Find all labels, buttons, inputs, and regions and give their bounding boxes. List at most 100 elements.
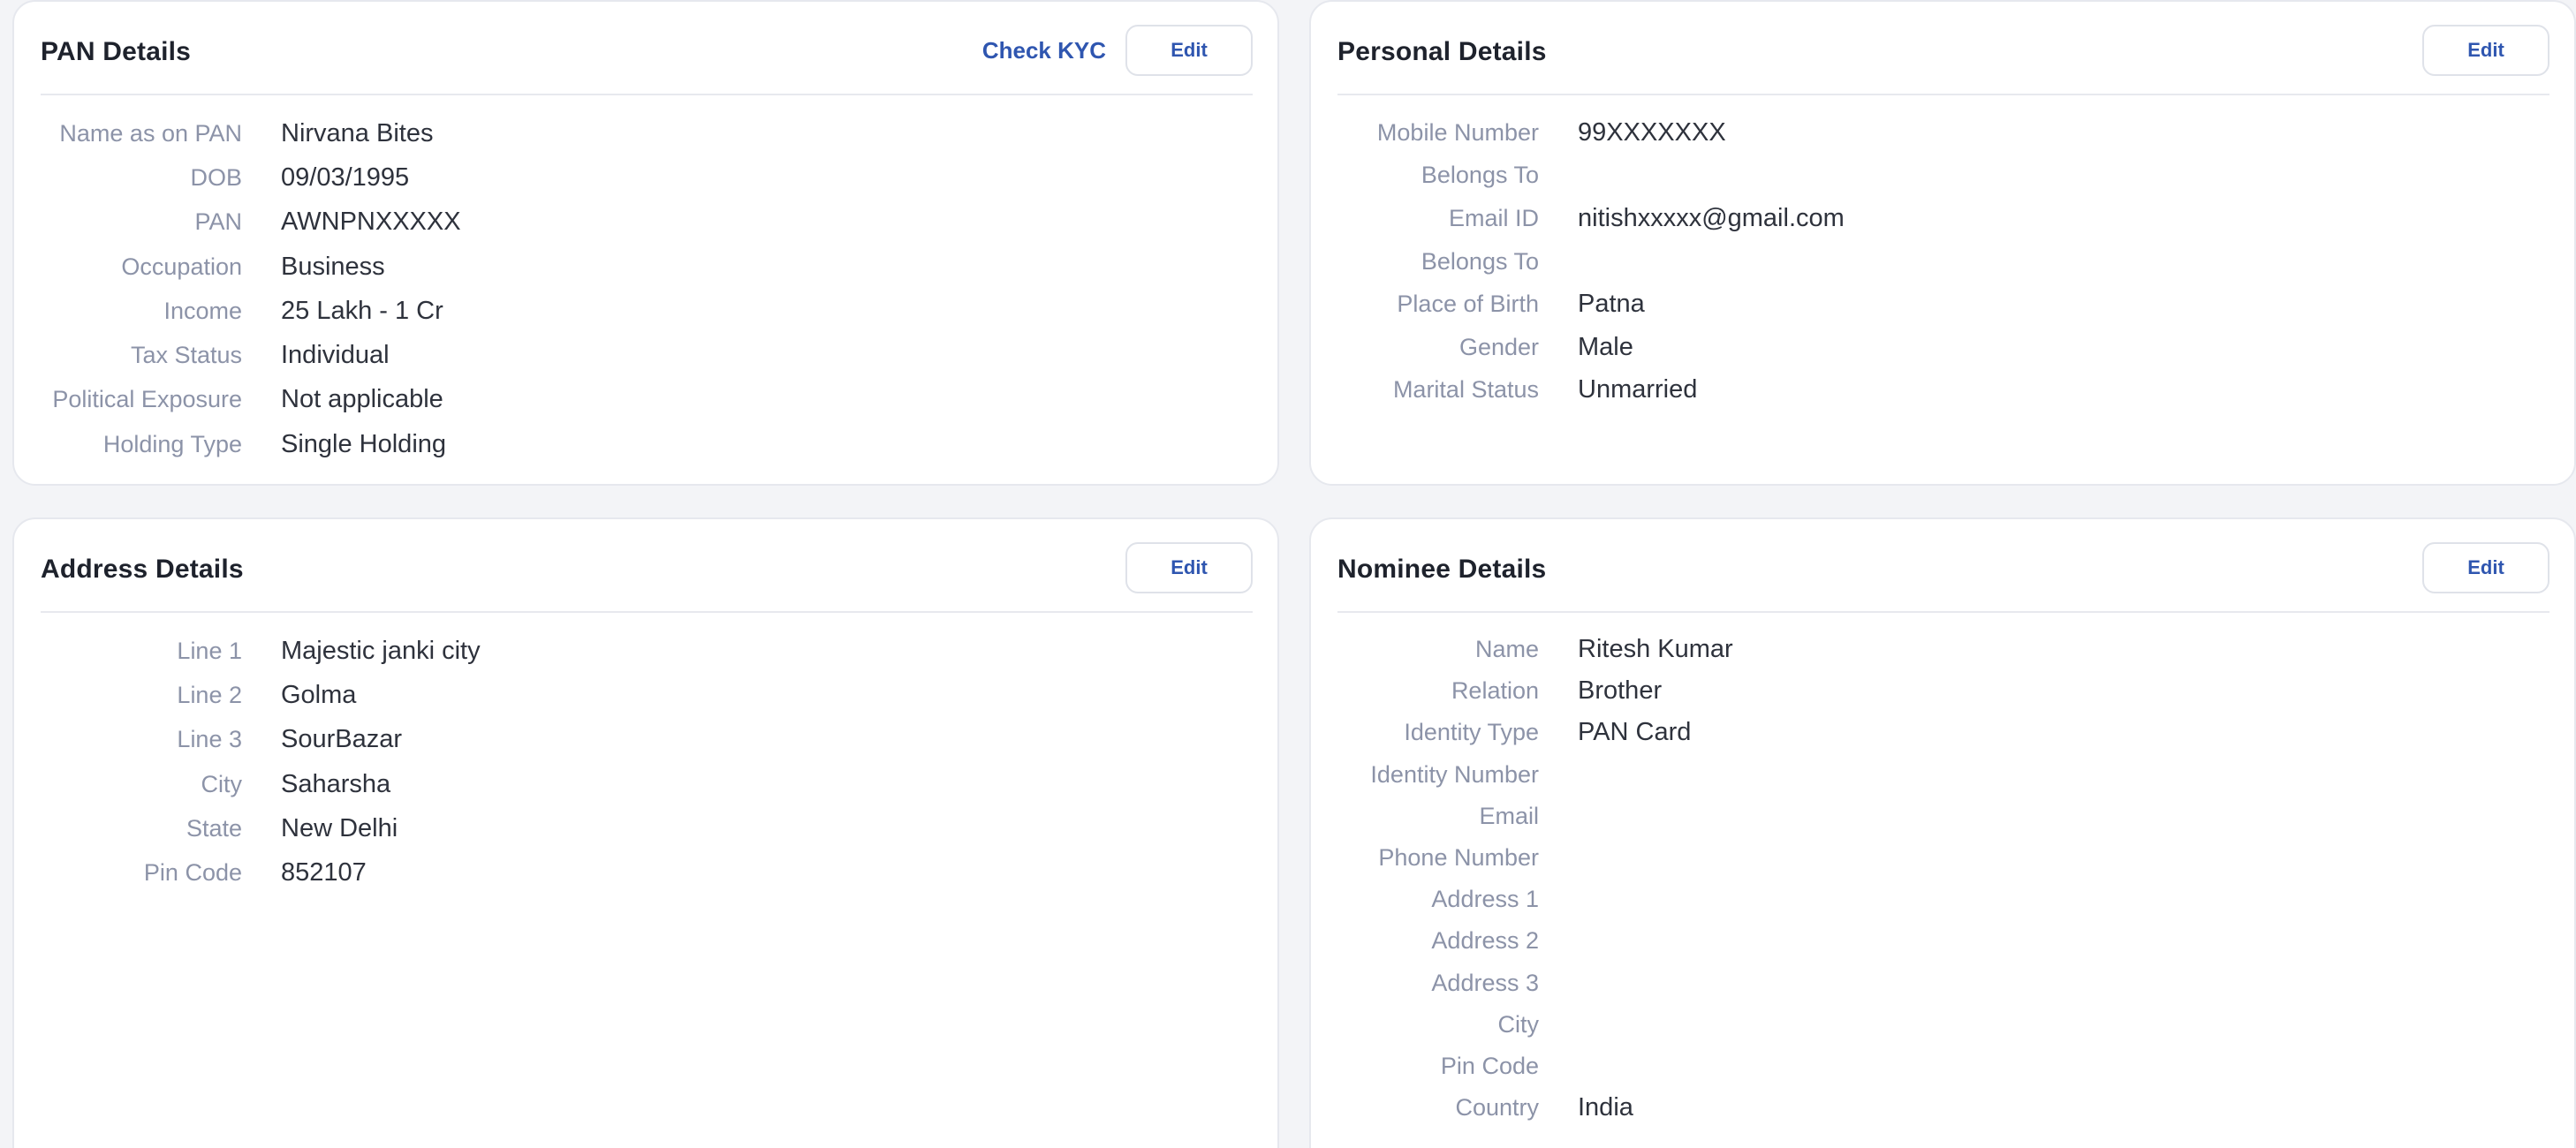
- detail-row: City Saharsha: [14, 762, 1277, 806]
- detail-row: Occupation Business: [14, 245, 1277, 289]
- detail-value: India: [1578, 1093, 1633, 1122]
- detail-value: Nirvana Bites: [281, 118, 434, 147]
- detail-row: Mobile Number 99XXXXXXX: [1311, 111, 2574, 155]
- nominee-details-title: Nominee Details: [1337, 555, 1547, 584]
- detail-label: Gender: [1458, 333, 1539, 360]
- detail-label: PAN: [194, 208, 242, 236]
- detail-label: Email ID: [1448, 204, 1539, 231]
- detail-label: Email: [1479, 802, 1539, 829]
- personal-details-list: Mobile Number 99XXXXXXX Belongs To Email ID…: [1311, 111, 2574, 412]
- detail-value: 25 Lakh - 1 Cr: [281, 296, 443, 325]
- address-details-card: Address Details Edit Line 1 Majestic jank…: [12, 517, 1279, 1148]
- detail-value: Ritesh Kumar: [1578, 635, 1733, 664]
- profile-details-grid: PAN Details Check KYC Edit Name as on PA…: [0, 0, 2576, 1148]
- detail-row: Place of Birth Patna: [1311, 283, 2574, 326]
- detail-row: Country India: [1311, 1087, 2574, 1129]
- detail-label: Pin Code: [143, 859, 242, 887]
- detail-row: Name as on PAN Nirvana Bites: [14, 111, 1277, 155]
- detail-label: Occupation: [121, 253, 242, 280]
- detail-row: Name Ritesh Kumar: [1311, 629, 2574, 670]
- detail-label: Line 1: [177, 637, 242, 664]
- detail-row: State New Delhi: [14, 806, 1277, 850]
- nominee-details-list: Name Ritesh Kumar Relation Brother Identity …: [1311, 629, 2574, 1129]
- detail-value: PAN Card: [1578, 718, 1692, 747]
- detail-label: Marital Status: [1392, 376, 1539, 404]
- detail-value: Individual: [281, 341, 390, 370]
- detail-row: Identity Type PAN Card: [1311, 712, 2574, 753]
- detail-row: Line 1 Majestic janki city: [14, 629, 1277, 673]
- detail-label: Line 2: [177, 681, 242, 708]
- address-details-title: Address Details: [41, 555, 244, 584]
- detail-value: AWNPNXXXXX: [281, 208, 461, 237]
- detail-label: Address 1: [1431, 886, 1539, 913]
- detail-label: City: [1497, 1010, 1540, 1038]
- detail-value: Single Holding: [281, 429, 447, 458]
- detail-row: Email ID nitishxxxxx@gmail.com: [1311, 197, 2574, 240]
- check-kyc-link[interactable]: Check KYC: [982, 37, 1106, 64]
- detail-row: PAN AWNPNXXXXX: [14, 200, 1277, 245]
- pan-edit-button[interactable]: Edit: [1125, 25, 1253, 76]
- detail-row: Address 3: [1311, 963, 2574, 1004]
- nominee-edit-button[interactable]: Edit: [2422, 542, 2549, 593]
- detail-label: Phone Number: [1378, 844, 1539, 872]
- detail-value: Saharsha: [281, 769, 391, 798]
- detail-row: Pin Code: [1311, 1046, 2574, 1087]
- detail-value: SourBazar: [281, 725, 403, 754]
- detail-label: Political Exposure: [52, 386, 242, 413]
- detail-row: Relation Brother: [1311, 670, 2574, 712]
- detail-label: Identity Type: [1404, 719, 1539, 746]
- detail-value: New Delhi: [281, 813, 398, 842]
- nominee-details-header: Nominee Details Edit: [1337, 542, 2549, 613]
- detail-label: Relation: [1451, 677, 1539, 705]
- detail-row: Address 1: [1311, 879, 2574, 920]
- detail-value: 99XXXXXXX: [1578, 117, 1726, 147]
- personal-edit-button[interactable]: Edit: [2422, 25, 2549, 76]
- detail-value: Business: [281, 252, 385, 281]
- detail-label: Income: [163, 297, 242, 324]
- detail-value: Brother: [1578, 676, 1663, 706]
- detail-value: Unmarried: [1578, 375, 1698, 404]
- address-details-list: Line 1 Majestic janki city Line 2 Golma Line…: [14, 629, 1277, 895]
- detail-label: Line 3: [177, 726, 242, 753]
- detail-value: 852107: [281, 858, 367, 887]
- detail-label: Tax Status: [130, 342, 242, 369]
- personal-details-title: Personal Details: [1337, 37, 1547, 66]
- detail-label: State: [186, 814, 242, 842]
- detail-value: Patna: [1578, 290, 1645, 319]
- pan-details-header: PAN Details Check KYC Edit: [41, 25, 1253, 95]
- detail-value: Male: [1578, 332, 1633, 361]
- detail-value: Not applicable: [281, 385, 443, 414]
- nominee-details-card: Nominee Details Edit Name Ritesh Kumar Rel…: [1309, 517, 2576, 1148]
- detail-label: Mobile Number: [1376, 118, 1539, 146]
- detail-label: Identity Number: [1370, 760, 1539, 788]
- detail-value: Golma: [281, 680, 357, 709]
- detail-row: Income 25 Lakh - 1 Cr: [14, 289, 1277, 333]
- personal-details-header: Personal Details Edit: [1337, 25, 2549, 95]
- pan-details-list: Name as on PAN Nirvana Bites DOB 09/03/1995…: [14, 111, 1277, 466]
- detail-label: City: [201, 770, 243, 797]
- detail-row: Line 3 SourBazar: [14, 718, 1277, 762]
- detail-label: Place of Birth: [1397, 291, 1539, 318]
- address-edit-button[interactable]: Edit: [1125, 542, 1253, 593]
- detail-row: Address 2: [1311, 920, 2574, 962]
- detail-row: Marital Status Unmarried: [1311, 369, 2574, 412]
- detail-row: Phone Number: [1311, 837, 2574, 879]
- detail-value: nitishxxxxx@gmail.com: [1578, 203, 1845, 232]
- detail-value: 09/03/1995: [281, 162, 410, 192]
- detail-row: Political Exposure Not applicable: [14, 378, 1277, 422]
- detail-row: DOB 09/03/1995: [14, 155, 1277, 200]
- detail-row: Email: [1311, 796, 2574, 837]
- detail-row: Tax Status Individual: [14, 333, 1277, 377]
- detail-row: Belongs To: [1311, 240, 2574, 283]
- detail-value: Majestic janki city: [281, 636, 481, 665]
- detail-row: Gender Male: [1311, 326, 2574, 369]
- detail-row: Identity Number: [1311, 754, 2574, 796]
- pan-details-card: PAN Details Check KYC Edit Name as on PA…: [12, 0, 1279, 486]
- detail-label: Country: [1455, 1094, 1539, 1122]
- detail-label: Pin Code: [1440, 1052, 1539, 1079]
- pan-details-title: PAN Details: [41, 37, 192, 66]
- address-details-header: Address Details Edit: [41, 542, 1253, 613]
- detail-row: Line 2 Golma: [14, 673, 1277, 717]
- detail-label: Holding Type: [102, 430, 242, 457]
- detail-label: Belongs To: [1421, 247, 1539, 275]
